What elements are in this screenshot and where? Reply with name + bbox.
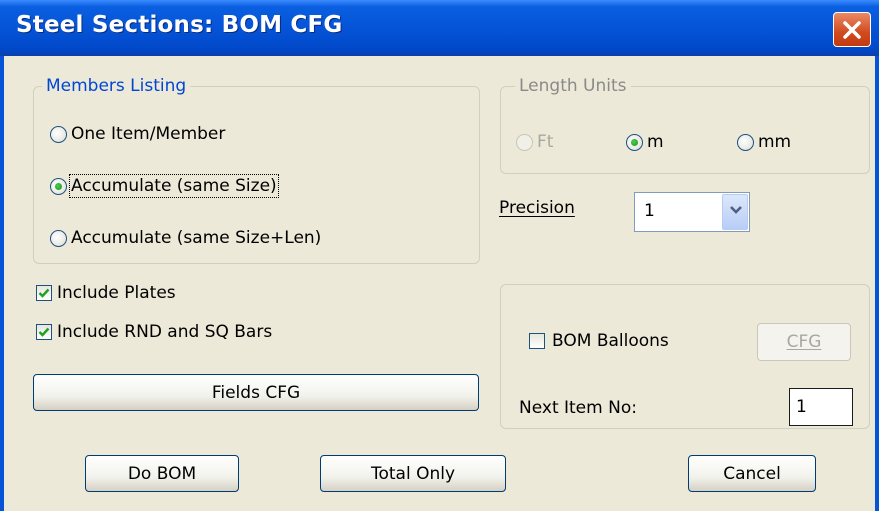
window-title: Steel Sections: BOM CFG xyxy=(16,12,343,38)
fields-cfg-button[interactable]: Fields CFG xyxy=(33,374,479,411)
length-units-title: Length Units xyxy=(515,76,631,96)
total-only-button[interactable]: Total Only xyxy=(320,455,506,492)
dialog-window: Steel Sections: BOM CFG Members Listing … xyxy=(0,0,879,511)
checkbox[interactable] xyxy=(36,324,52,340)
radio-accumulate-same-size[interactable]: Accumulate (same Size) xyxy=(50,174,279,198)
radio-label: mm xyxy=(758,132,792,152)
members-listing-title: Members Listing xyxy=(42,76,191,96)
bom-balloons-checkbox[interactable]: BOM Balloons xyxy=(529,329,669,353)
checkmark-icon xyxy=(38,288,50,298)
radio-unit-m[interactable]: m xyxy=(626,130,664,154)
radio-button[interactable] xyxy=(50,125,67,143)
radio-label: Accumulate (same Size) xyxy=(69,174,279,198)
dialog-body: Members Listing One Item/Member Accumula… xyxy=(0,56,879,511)
radio-button[interactable] xyxy=(50,177,67,195)
balloons-cfg-button[interactable]: CFG xyxy=(757,323,851,361)
radio-button[interactable] xyxy=(50,229,67,247)
checkbox[interactable] xyxy=(529,333,545,349)
precision-value: 1 xyxy=(644,201,655,221)
radio-unit-mm[interactable]: mm xyxy=(737,130,791,154)
radio-label: Accumulate (same Size+Len) xyxy=(71,228,322,248)
radio-button[interactable] xyxy=(626,133,643,151)
checkmark-icon xyxy=(38,327,50,337)
radio-label: One Item/Member xyxy=(71,124,226,144)
radio-label: Ft xyxy=(537,132,554,152)
radio-button[interactable] xyxy=(737,133,754,151)
next-item-input[interactable]: 1 xyxy=(789,388,853,426)
checkbox-label: Include Plates xyxy=(57,283,176,303)
radio-accumulate-same-size-len[interactable]: Accumulate (same Size+Len) xyxy=(50,226,321,250)
title-bar[interactable]: Steel Sections: BOM CFG xyxy=(0,0,879,56)
close-icon xyxy=(843,21,861,39)
radio-one-item-member[interactable]: One Item/Member xyxy=(50,122,225,146)
radio-unit-ft[interactable]: Ft xyxy=(516,130,553,154)
include-bars-checkbox[interactable]: Include RND and SQ Bars xyxy=(36,320,272,344)
cancel-button[interactable]: Cancel xyxy=(688,455,816,492)
checkbox[interactable] xyxy=(36,285,52,301)
next-item-label: Next Item No: xyxy=(519,398,637,418)
checkbox-label: Include RND and SQ Bars xyxy=(57,322,273,342)
precision-select[interactable]: 1 xyxy=(634,192,750,232)
close-button[interactable] xyxy=(833,12,871,47)
length-units-group: Length Units xyxy=(500,76,870,174)
radio-button[interactable] xyxy=(516,133,533,151)
radio-label: m xyxy=(647,132,664,152)
precision-label: Precision xyxy=(499,198,575,218)
include-plates-checkbox[interactable]: Include Plates xyxy=(36,281,176,305)
dropdown-button[interactable] xyxy=(722,194,748,230)
chevron-down-icon xyxy=(730,206,742,214)
do-bom-button[interactable]: Do BOM xyxy=(85,455,239,492)
checkbox-label: BOM Balloons xyxy=(552,331,669,351)
